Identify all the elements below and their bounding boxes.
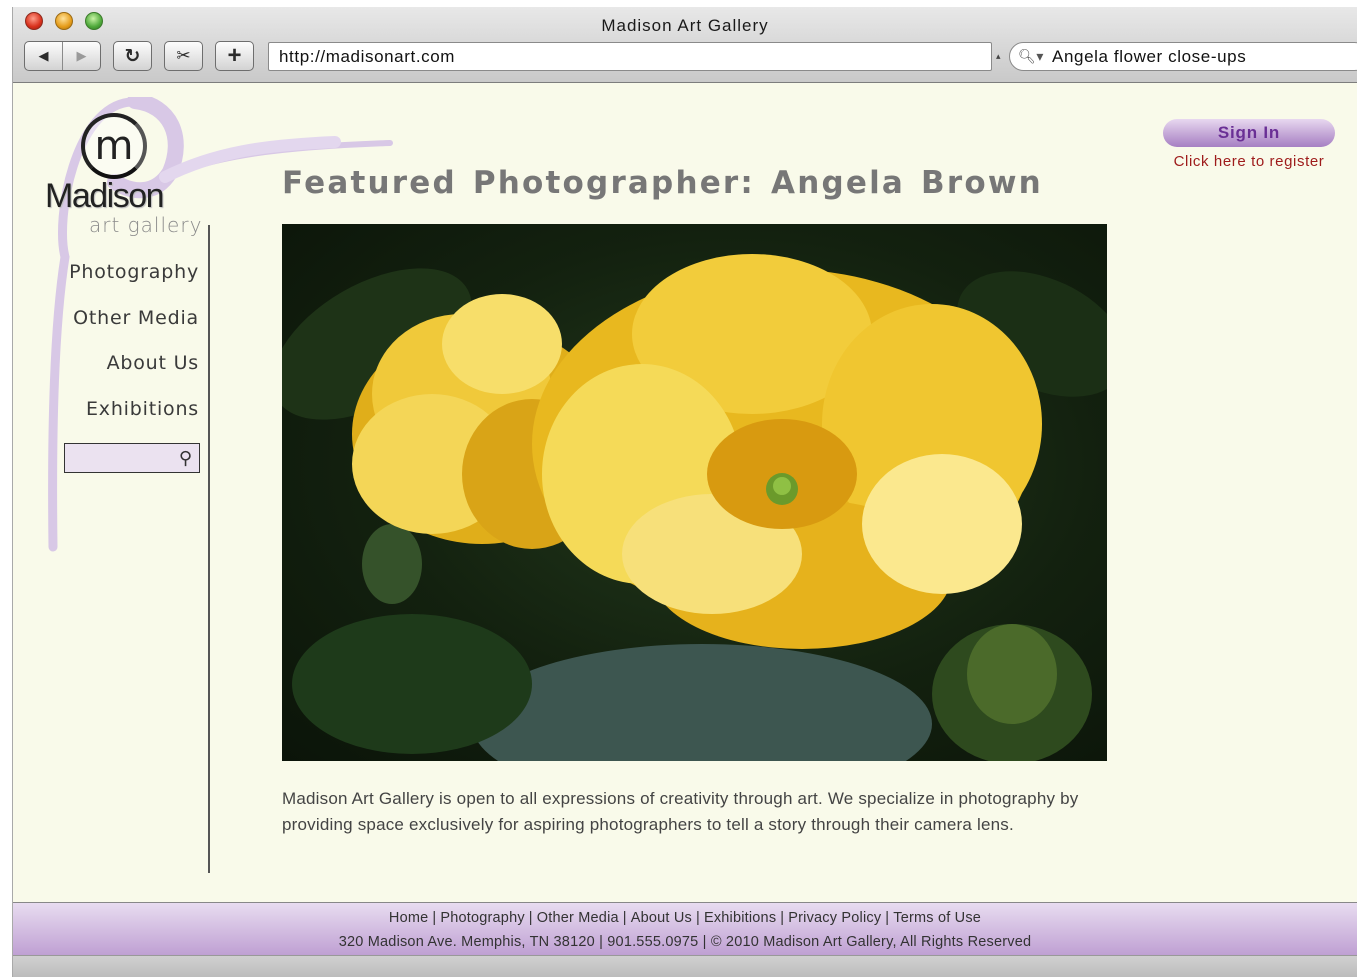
reload-button[interactable]: ↻ [113, 41, 152, 71]
sidebar-item-about-us[interactable]: About Us [53, 352, 199, 398]
browser-search-value: Angela flower close-ups [1052, 46, 1247, 66]
window-title: Madison Art Gallery [601, 16, 769, 35]
footer-address: 320 Madison Ave. Memphis, TN 38120 | 901… [338, 934, 1032, 950]
logo-name[interactable]: Madison [45, 177, 165, 216]
footer-link-privacy-policy[interactable]: Privacy Policy [788, 910, 881, 926]
add-bookmark-icon: + [227, 42, 242, 69]
address-dropdown-icon[interactable]: ▴ [996, 51, 1001, 62]
back-forward-buttons: ◀ ▶ [24, 41, 101, 71]
footer-separator: | [885, 910, 890, 926]
reload-icon: ↻ [124, 45, 141, 67]
footer: Home | Photography | Other Media | About Us | Ex… [13, 902, 1357, 955]
address-bar[interactable]: http://madisonart.com [268, 42, 992, 71]
browser-toolbar: Madison Art Gallery ◀ ▶ ↻ ✂ + http://mad… [13, 7, 1357, 83]
intro-text: Madison Art Gallery is open to all expre… [282, 789, 1079, 834]
logo-mark[interactable]: m [81, 113, 147, 179]
forward-arrow-icon[interactable]: ▶ [63, 42, 100, 70]
footer-link-home[interactable]: Home [389, 910, 428, 926]
browser-status-bar [13, 955, 1357, 977]
web-clip-button[interactable]: ✂ [164, 41, 203, 71]
web-clip-icon: ✂ [176, 46, 191, 65]
footer-separator: | [780, 910, 785, 926]
footer-link-terms-of-use[interactable]: Terms of Use [893, 910, 981, 926]
sidebar-item-photography[interactable]: Photography [53, 261, 199, 307]
search-icon[interactable]: ⚲ [179, 448, 192, 469]
search-icon: 🔍︎▾ [1018, 48, 1045, 64]
footer-separator: | [432, 910, 437, 926]
add-bookmark-button[interactable]: + [215, 41, 254, 71]
logo-subtitle: art gallery [89, 213, 203, 237]
back-arrow-icon[interactable]: ◀ [25, 42, 63, 70]
footer-separator: | [695, 910, 700, 926]
sidebar-divider [208, 225, 210, 873]
site-search-input[interactable]: ⚲ [64, 443, 200, 473]
footer-link-about-us[interactable]: About Us [631, 910, 692, 926]
register-link[interactable]: Click here to register [1163, 153, 1335, 170]
footer-link-photography[interactable]: Photography [440, 910, 524, 926]
page-title: Featured Photographer: Angela Brown [282, 165, 1043, 201]
footer-separator: | [528, 910, 533, 926]
sidebar-item-other-media[interactable]: Other Media [53, 307, 199, 353]
browser-window: Madison Art Gallery ◀ ▶ ↻ ✂ + http://mad… [12, 7, 1357, 977]
sidebar-nav: Photography Other Media About Us Exhibit… [53, 261, 199, 443]
featured-photo [282, 224, 1107, 761]
logo-letter: m [94, 123, 134, 169]
browser-search-field[interactable]: 🔍︎▾ Angela flower close-ups [1009, 42, 1357, 71]
sidebar-item-exhibitions[interactable]: Exhibitions [53, 398, 199, 444]
footer-link-other-media[interactable]: Other Media [537, 910, 619, 926]
footer-separator: | [622, 910, 627, 926]
footer-links: Home | Photography | Other Media | About Us | Ex… [13, 910, 1357, 926]
sign-in-button[interactable]: Sign In [1163, 119, 1335, 147]
footer-link-exhibitions[interactable]: Exhibitions [704, 910, 776, 926]
